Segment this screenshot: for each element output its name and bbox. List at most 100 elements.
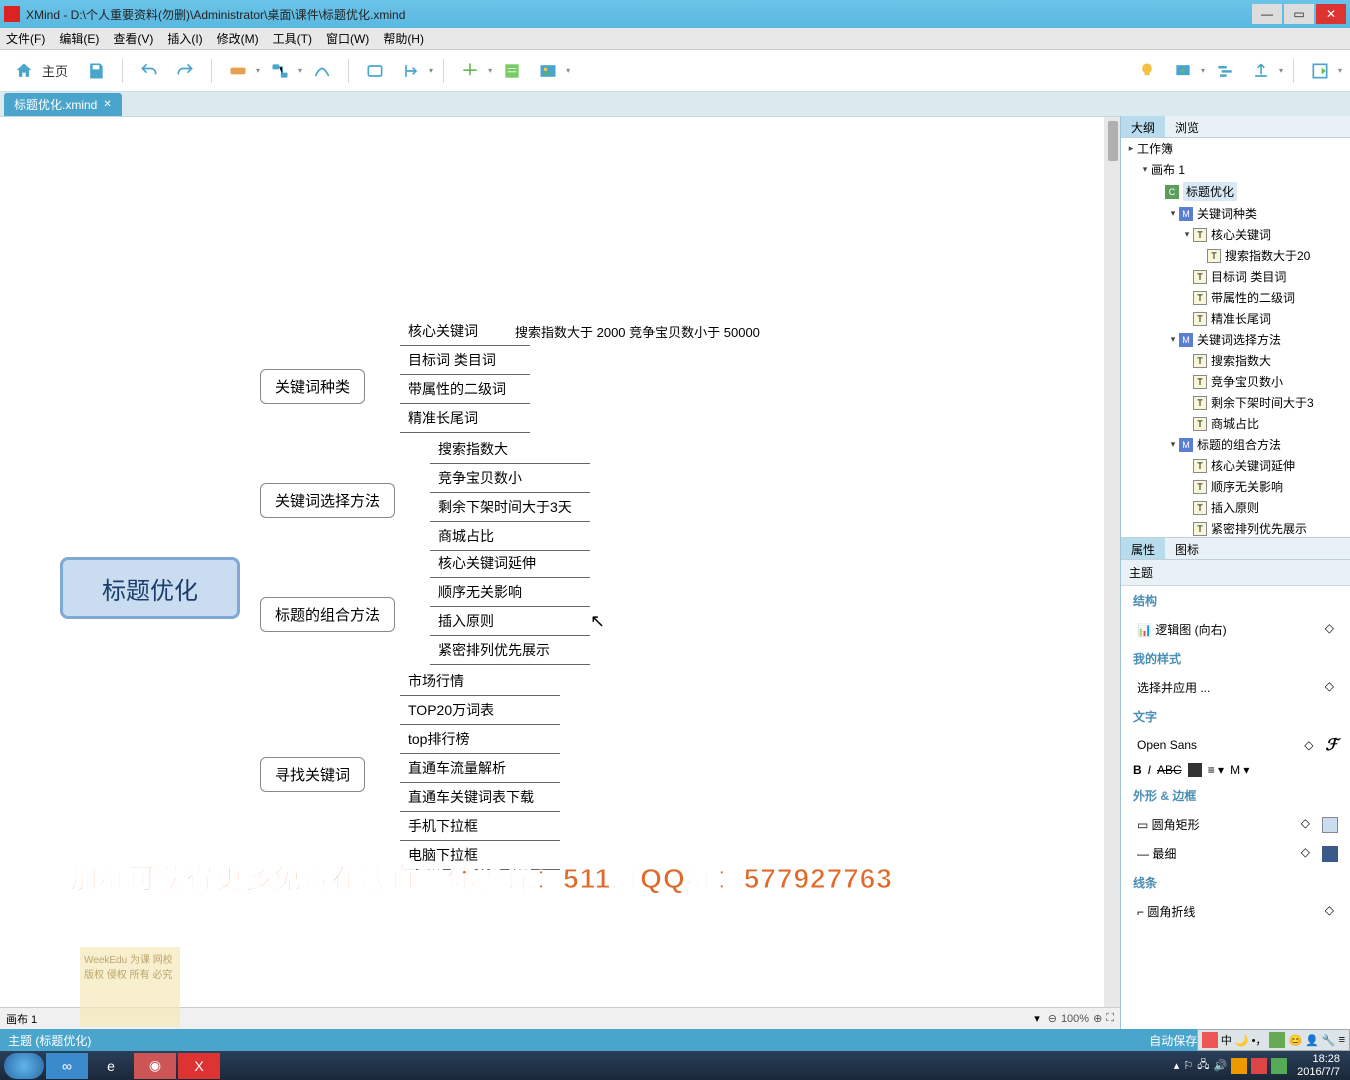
outline-row[interactable]: C标题优化: [1121, 180, 1350, 203]
tab-properties[interactable]: 属性: [1121, 538, 1165, 559]
font-select[interactable]: Open Sans◇: [1133, 736, 1317, 754]
ime-bar[interactable]: 中 🌙 •， 😊 👤 🔧 ≡: [1197, 1029, 1350, 1051]
leaf[interactable]: 精准长尾词: [400, 404, 530, 433]
structure-select[interactable]: 📊 逻辑图 (向右)◇: [1133, 619, 1338, 640]
canvas[interactable]: 标题优化 关键词种类 核心关键词 目标词 类目词 带属性的二级词 精准长尾词 搜…: [0, 116, 1120, 1029]
bold-button[interactable]: B: [1133, 763, 1142, 777]
ime-kbd-icon[interactable]: [1269, 1032, 1285, 1048]
outline-row[interactable]: ▾M关键词选择方法: [1121, 329, 1350, 350]
style-select[interactable]: 选择并应用 ...◇: [1133, 677, 1338, 698]
undo-button[interactable]: [133, 55, 165, 87]
leaf[interactable]: 竞争宝贝数小: [430, 464, 590, 493]
ime-moon-icon[interactable]: 🌙: [1235, 1034, 1249, 1047]
line-select[interactable]: ⌐ 圆角折线◇: [1133, 901, 1338, 922]
zoom-in-button[interactable]: ⊕: [1093, 1012, 1102, 1025]
leaf[interactable]: 直通车关键词表下载: [400, 783, 560, 812]
root-topic[interactable]: 标题优化: [60, 557, 240, 619]
outline-tree[interactable]: ▸工作簿▾画布 1C标题优化▾M关键词种类▾T核心关键词T搜索指数大于20T目标…: [1121, 138, 1350, 538]
menu-modify[interactable]: 修改(M): [217, 30, 259, 47]
ime-user-icon[interactable]: 👤: [1305, 1034, 1319, 1047]
leaf[interactable]: 商城占比: [430, 522, 590, 551]
note-button[interactable]: [496, 55, 528, 87]
tab-close-icon[interactable]: ✕: [103, 99, 111, 110]
tray-shield-icon[interactable]: [1271, 1058, 1287, 1074]
align-button[interactable]: ≡ ▾: [1208, 763, 1224, 777]
menu-tools[interactable]: 工具(T): [273, 30, 312, 47]
shape-select[interactable]: ▭ 圆角矩形◇: [1133, 814, 1314, 835]
outline-row[interactable]: ▾M关键词种类: [1121, 203, 1350, 224]
leaf[interactable]: 电脑下拉框: [400, 841, 560, 870]
close-button[interactable]: ✕: [1316, 4, 1346, 24]
boundary-button[interactable]: [359, 55, 391, 87]
save-button[interactable]: [80, 55, 112, 87]
menu-edit[interactable]: 编辑(E): [59, 30, 99, 47]
presentation-button[interactable]: [1167, 55, 1199, 87]
leaf[interactable]: 剩余下架时间大于3天: [430, 493, 590, 522]
branch-title-combine[interactable]: 标题的组合方法: [260, 597, 395, 632]
vertical-scrollbar[interactable]: [1104, 117, 1120, 1029]
leaf[interactable]: 核心关键词: [400, 317, 530, 346]
border-color-swatch[interactable]: [1322, 846, 1338, 862]
menu-help[interactable]: 帮助(H): [383, 30, 424, 47]
zoom-out-button[interactable]: ⊖: [1048, 1012, 1057, 1025]
border-select[interactable]: — 最细◇: [1133, 843, 1314, 864]
leaf[interactable]: top排行榜: [400, 725, 560, 754]
outline-row[interactable]: T商城占比: [1121, 413, 1350, 434]
taskbar-ie[interactable]: e: [90, 1053, 132, 1079]
outline-row[interactable]: T搜索指数大于20: [1121, 245, 1350, 266]
leaf[interactable]: 紧密排列优先展示: [430, 636, 590, 665]
font-color-swatch[interactable]: [1188, 763, 1202, 777]
taskbar-app-1[interactable]: ∞: [46, 1053, 88, 1079]
outline-row[interactable]: T搜索指数大: [1121, 350, 1350, 371]
tray-rec-icon[interactable]: [1251, 1058, 1267, 1074]
leaf[interactable]: 带属性的二级词: [400, 375, 530, 404]
tray-flag-icon[interactable]: ⚐: [1183, 1059, 1193, 1072]
outline-row[interactable]: T目标词 类目词: [1121, 266, 1350, 287]
idea-button[interactable]: [1131, 55, 1163, 87]
leaf[interactable]: 核心关键词延伸: [430, 549, 590, 578]
outline-row[interactable]: T顺序无关影响: [1121, 476, 1350, 497]
leaf[interactable]: 直通车流量解析: [400, 754, 560, 783]
minimize-button[interactable]: —: [1252, 4, 1282, 24]
tab-outline[interactable]: 大纲: [1121, 116, 1165, 137]
outline-row[interactable]: ▸工作簿: [1121, 138, 1350, 159]
outline-row[interactable]: ▾M标题的组合方法: [1121, 434, 1350, 455]
outline-row[interactable]: T精准长尾词: [1121, 308, 1350, 329]
tray-taobao-icon[interactable]: [1231, 1058, 1247, 1074]
outline-row[interactable]: T插入原则: [1121, 497, 1350, 518]
tray-vol-icon[interactable]: 🔊: [1213, 1059, 1227, 1072]
topic-button[interactable]: [222, 55, 254, 87]
fit-button[interactable]: ⛶: [1106, 1012, 1114, 1025]
tray-up-icon[interactable]: ▴: [1174, 1059, 1180, 1072]
branch-keyword-select[interactable]: 关键词选择方法: [260, 483, 395, 518]
menu-file[interactable]: 文件(F): [6, 30, 45, 47]
leaf[interactable]: TOP20万词表: [400, 696, 560, 725]
taskbar-app-2[interactable]: ◉: [134, 1053, 176, 1079]
outline-row[interactable]: ▾T核心关键词: [1121, 224, 1350, 245]
leaf[interactable]: 市场行情: [400, 667, 560, 696]
outline-row[interactable]: T带属性的二级词: [1121, 287, 1350, 308]
share-button[interactable]: [1245, 55, 1277, 87]
sheet-tab[interactable]: 画布 1: [6, 1011, 37, 1027]
outline-row[interactable]: T竞争宝贝数小: [1121, 371, 1350, 392]
sogou-icon[interactable]: [1202, 1032, 1218, 1048]
start-button[interactable]: [4, 1053, 44, 1079]
ime-punct-icon[interactable]: •，: [1252, 1032, 1267, 1048]
redo-button[interactable]: [169, 55, 201, 87]
ime-emoji-icon[interactable]: 😊: [1288, 1034, 1302, 1047]
ime-lang[interactable]: 中: [1221, 1032, 1232, 1048]
outline-row[interactable]: T紧密排列优先展示: [1121, 518, 1350, 538]
marker-button[interactable]: [454, 55, 486, 87]
leaf[interactable]: 顺序无关影响: [430, 578, 590, 607]
case-button[interactable]: M ▾: [1230, 763, 1249, 777]
strike-button[interactable]: ABC: [1157, 763, 1182, 777]
font-style-button[interactable]: ℱ: [1325, 735, 1338, 755]
gantt-button[interactable]: [1209, 55, 1241, 87]
taskbar-xmind[interactable]: X: [178, 1053, 220, 1079]
taskbar-clock[interactable]: 18:28 2016/7/7: [1291, 1053, 1346, 1077]
outline-row[interactable]: T剩余下架时间大于3: [1121, 392, 1350, 413]
italic-button[interactable]: I: [1148, 763, 1151, 777]
ime-settings-icon[interactable]: ≡: [1339, 1034, 1345, 1046]
filter-icon[interactable]: ▾: [1034, 1012, 1040, 1025]
branch-find-keyword[interactable]: 寻找关键词: [260, 757, 365, 792]
